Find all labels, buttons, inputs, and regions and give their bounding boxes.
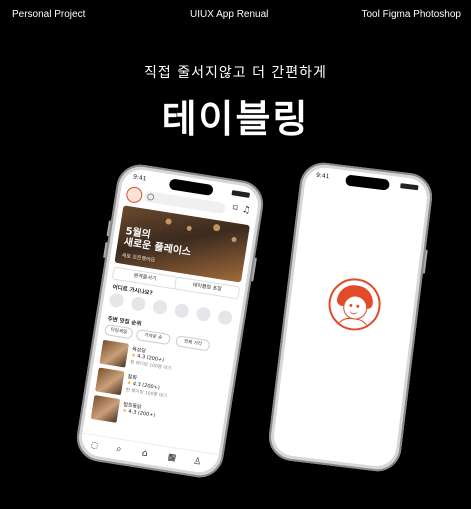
profile-icon[interactable]: ♙ [193,456,203,467]
star-icon: ★ [126,380,132,387]
avatar[interactable] [125,185,144,205]
category-item[interactable] [195,306,212,323]
category-item[interactable] [173,302,190,319]
top-actions: ⌑ ♫ [232,204,252,217]
category-item[interactable] [108,292,125,309]
bookmark-icon[interactable]: ⌑ [232,204,239,215]
brand-character-icon [325,275,384,334]
chip-timesale[interactable]: 타임세일 [104,323,134,340]
category-item[interactable] [217,309,234,326]
star-icon: ★ [130,352,137,360]
status-time: 9:41 [132,173,147,183]
hero-subtitle: 직접 줄서지않고 더 간편하게 [144,65,327,81]
restaurant-thumbnail [90,395,121,423]
phone-screen: 9:41 ⌑ ♫ 5월의 새로운 플레이스 새로 오픈했어요 원격줄서기 테이블… [79,166,261,476]
battery-icon [231,190,251,198]
bell-icon[interactable]: ♫ [241,205,252,216]
star-icon: ★ [121,407,128,415]
restaurant-rating: ★ 4.3 (200+) [121,407,156,419]
phone-mockup-splash: 9:41 [266,160,435,474]
category-item[interactable] [152,299,169,316]
hero-title: 테이블링 [161,97,310,141]
restaurant-thumbnail [95,367,125,396]
chat-icon[interactable]: ◌ [90,440,99,451]
phone-mockup-home: 9:41 ⌑ ♫ 5월의 새로운 플레이스 새로 오픈했어요 원격줄서기 테이블… [73,161,267,481]
header-left-label: Personal Project [12,9,86,20]
header-center-label: UIUX App Renual [190,9,269,20]
category-item[interactable] [130,295,147,312]
search-icon[interactable]: ⌕ [116,444,123,455]
banner-subtext: 새로 오픈했어요 [121,252,156,264]
header-right-label: Tool Figma Photoshop [361,9,461,20]
calendar-icon[interactable]: ▦ [167,452,177,463]
status-time: 9:41 [315,171,330,181]
battery-icon [400,183,419,191]
home-icon[interactable]: ⌂ [141,448,148,459]
chip-nearest[interactable]: 가까운 순 [135,328,171,346]
restaurant-thumbnail [99,339,129,368]
dynamic-island [344,174,390,191]
search-icon [146,192,155,201]
chip-all-distance[interactable]: 전체 거리 [175,335,211,352]
phone-screen: 9:41 [271,165,430,469]
